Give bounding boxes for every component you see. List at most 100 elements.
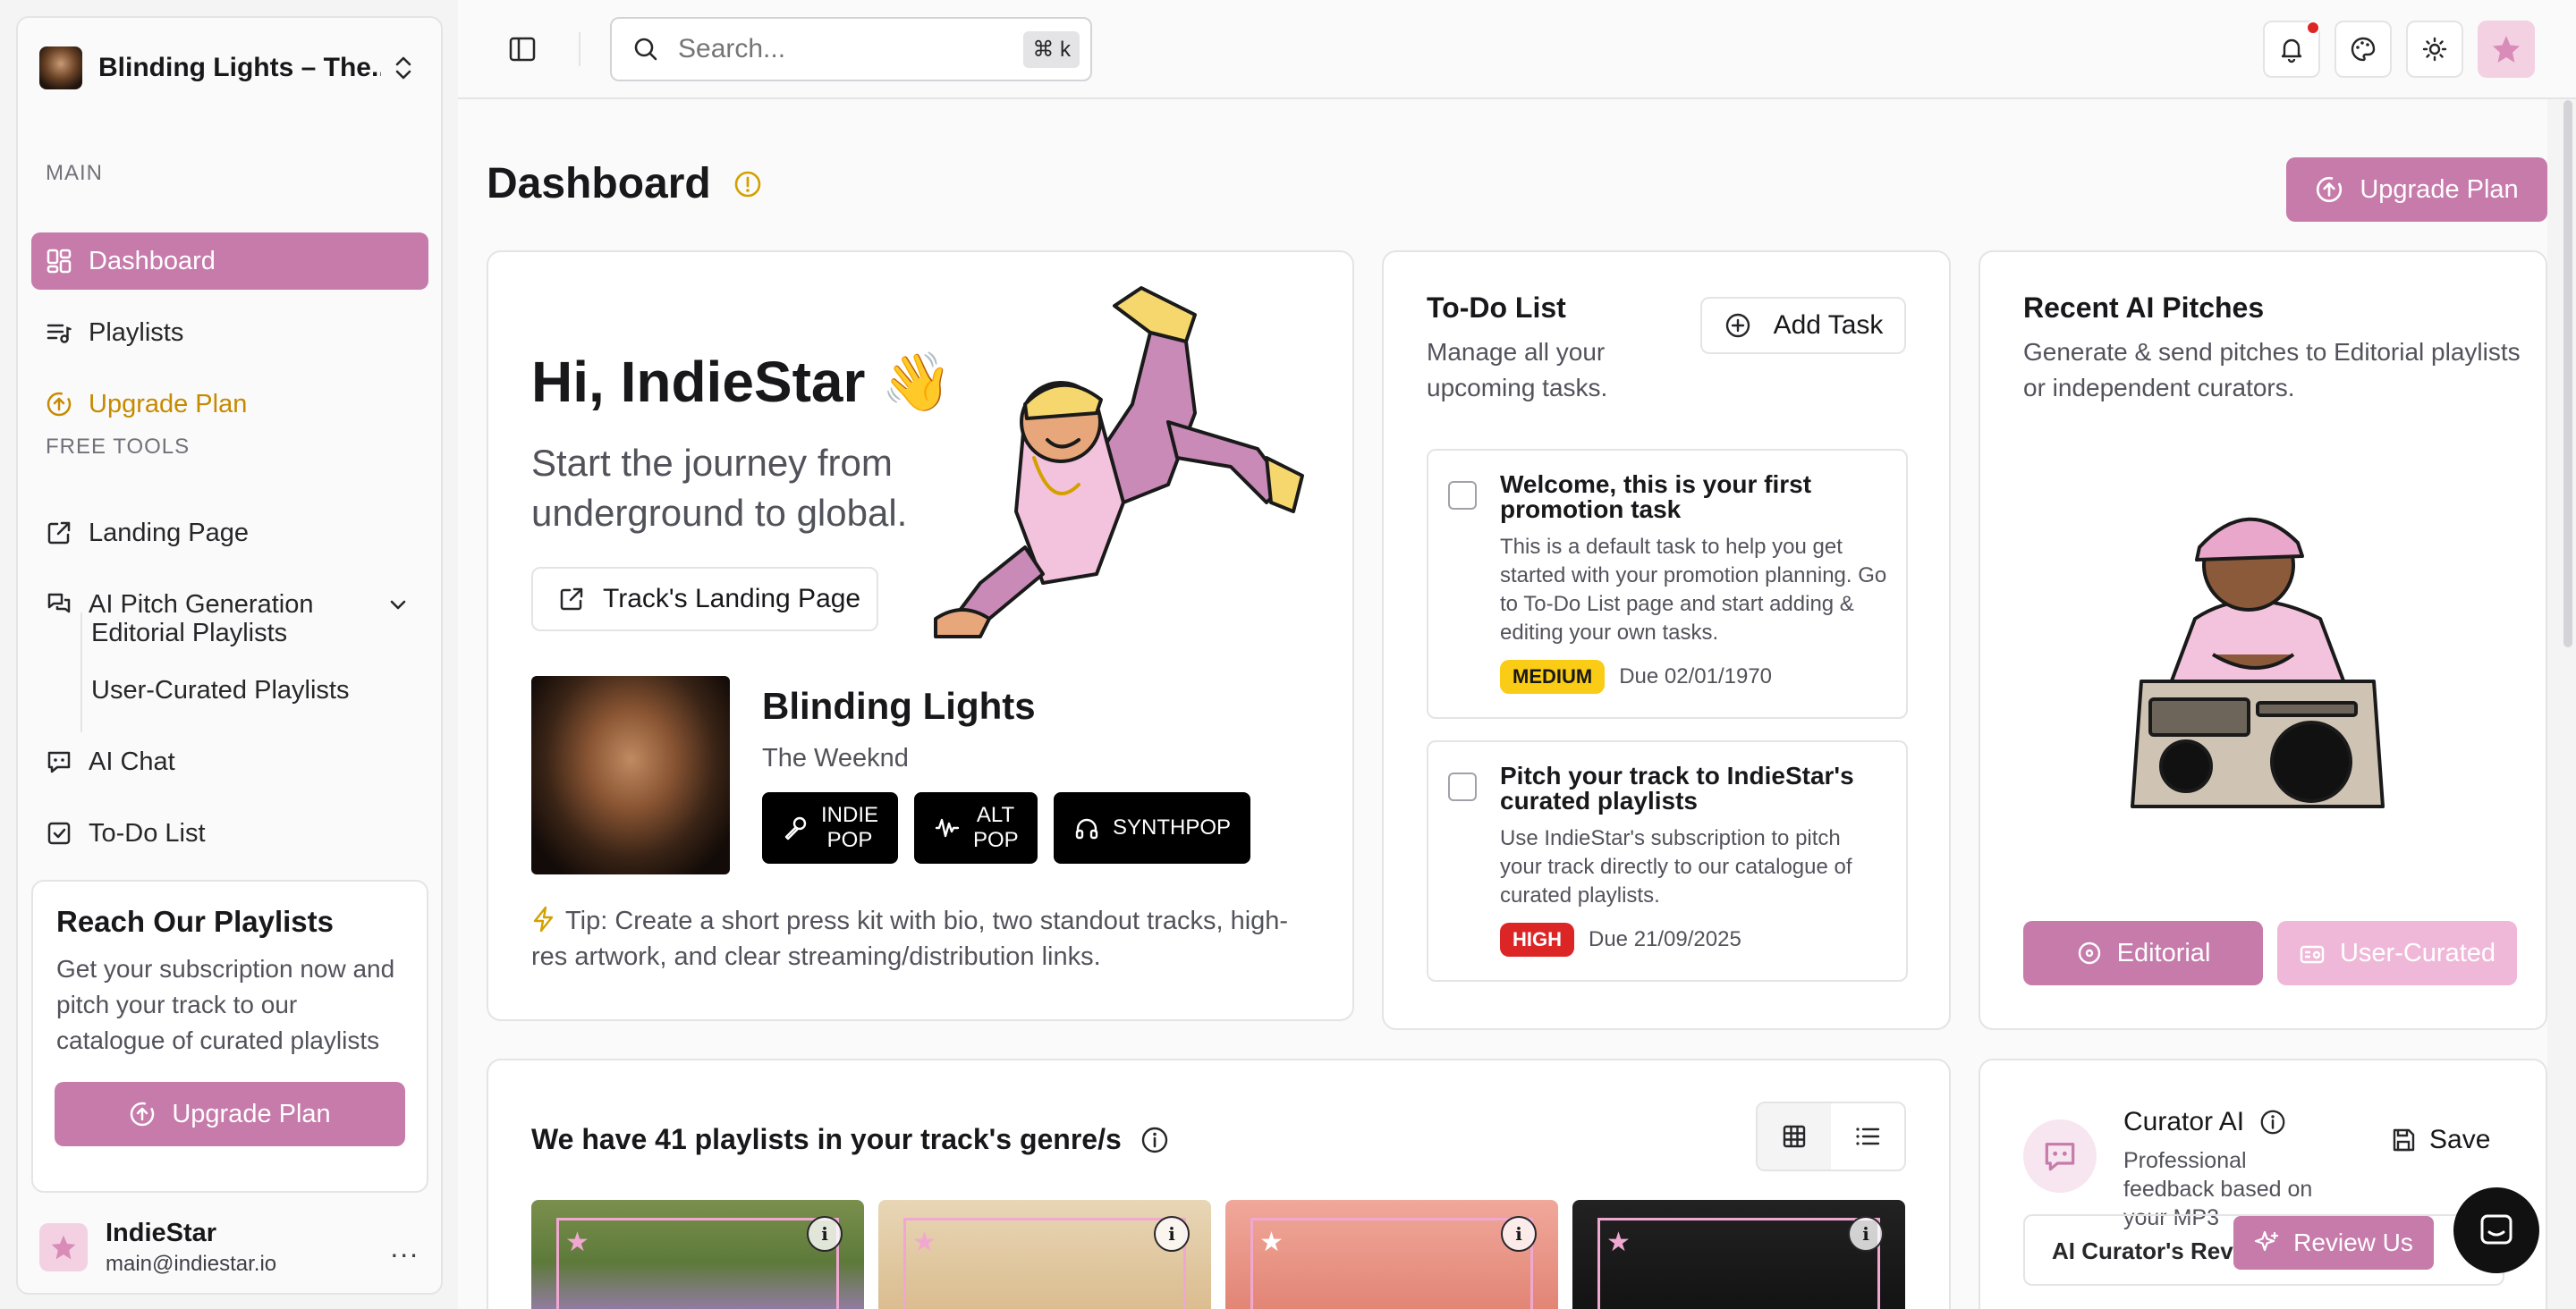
sidebar-subitem-user-curated-playlists[interactable]: User-Curated Playlists xyxy=(91,676,349,705)
info-icon[interactable] xyxy=(2258,1108,2287,1136)
sidebar-item-label: AI Chat xyxy=(89,747,175,776)
sidebar-item-todo-list[interactable]: To-Do List xyxy=(31,805,428,862)
genre-tag: INDIE POP xyxy=(762,792,898,864)
playlist-card[interactable]: ★ i xyxy=(1225,1200,1558,1309)
bell-icon xyxy=(2281,38,2302,63)
review-us-button[interactable]: Review Us xyxy=(2233,1216,2434,1270)
genre-tag-label: SYNTHPOP xyxy=(1113,815,1232,840)
radio-icon xyxy=(2300,945,2325,964)
genre-tag: SYNTHPOP xyxy=(1054,792,1251,864)
upgrade-circle-icon xyxy=(47,392,72,417)
playlist-info-icon[interactable]: i xyxy=(1848,1216,1884,1252)
sparkles-icon xyxy=(2254,1230,2279,1252)
list-view-button[interactable] xyxy=(1831,1103,1904,1170)
genre-playlists-card: We have 41 playlists in your track's gen… xyxy=(487,1059,1951,1309)
sidebar-item-upgrade-plan[interactable]: Upgrade Plan xyxy=(31,376,428,433)
user-curated-pitch-button[interactable]: User-Curated xyxy=(2277,921,2517,985)
task-checkbox[interactable] xyxy=(1448,481,1477,510)
playlist-card-frame xyxy=(556,1218,839,1309)
add-task-button[interactable]: Add Task xyxy=(1700,297,1906,354)
chevron-up-down-icon xyxy=(395,56,411,80)
sidebar-item-ai-chat[interactable]: AI Chat xyxy=(31,733,428,790)
scrollbar-thumb[interactable] xyxy=(2563,100,2572,647)
profile-avatar-button[interactable] xyxy=(2478,21,2535,78)
grid-view-button[interactable] xyxy=(1758,1103,1831,1170)
playlist-card-frame xyxy=(903,1218,1186,1309)
curator-ai-card: Curator AI Professional feedback based o… xyxy=(1979,1059,2547,1309)
save-label: Save xyxy=(2429,1125,2491,1154)
task-item[interactable]: Pitch your track to IndieStar's curated … xyxy=(1427,740,1908,982)
task-due-date: Due 21/09/2025 xyxy=(1589,927,1741,951)
genre-tag-label: INDIE POP xyxy=(821,803,879,852)
upgrade-plan-button[interactable]: Upgrade Plan xyxy=(2286,157,2547,222)
search-input[interactable] xyxy=(678,34,1000,64)
star-icon: ★ xyxy=(912,1228,936,1257)
search-icon xyxy=(634,38,657,61)
more-options-icon[interactable]: ... xyxy=(390,1231,419,1264)
playlist-icon xyxy=(47,324,72,343)
top-bar: ⌘ k xyxy=(458,0,2576,99)
sidebar: Blinding Lights – The... MAIN Dashboard … xyxy=(16,16,443,1295)
submenu-guide-line xyxy=(80,612,82,732)
theme-toggle-button[interactable] xyxy=(2406,21,2463,78)
genre-tags: INDIE POP ALT POP SYNTHPOP xyxy=(762,792,1267,864)
notification-badge xyxy=(2306,21,2320,35)
track-switcher[interactable]: Blinding Lights – The... xyxy=(39,45,419,91)
chat-bubble-icon xyxy=(2480,1214,2512,1245)
star-icon: ★ xyxy=(1259,1228,1284,1257)
sidebar-item-dashboard[interactable]: Dashboard xyxy=(31,232,428,290)
todo-description: Manage all your upcoming tasks. xyxy=(1427,338,1608,401)
playlist-card[interactable]: ★ i xyxy=(1572,1200,1905,1309)
task-title: Welcome, this is your first promotion ta… xyxy=(1500,470,1812,523)
task-checkbox[interactable] xyxy=(1448,773,1477,801)
section-label-main: MAIN xyxy=(46,161,103,185)
task-item[interactable]: Welcome, this is your first promotion ta… xyxy=(1427,449,1908,719)
messages-icon xyxy=(47,593,71,613)
playlist-info-icon[interactable]: i xyxy=(1154,1216,1190,1252)
editorial-pitch-button[interactable]: Editorial xyxy=(2023,921,2263,985)
user-menu[interactable]: IndieStar main@indiestar.io ... xyxy=(39,1207,419,1288)
sidebar-subitem-editorial-playlists[interactable]: Editorial Playlists xyxy=(91,619,287,648)
task-due-date: Due 02/01/1970 xyxy=(1619,664,1773,688)
toolbar-divider xyxy=(579,32,580,66)
plus-circle-icon xyxy=(1725,313,1750,338)
info-warning-icon[interactable] xyxy=(733,169,763,199)
upgrade-circle-icon xyxy=(2317,176,2343,203)
track-name: Blinding Lights xyxy=(762,685,1036,727)
view-toggle xyxy=(1756,1102,1906,1171)
sidebar-toggle-icon[interactable] xyxy=(507,34,538,64)
user-email: main@indiestar.io xyxy=(106,1251,277,1276)
recent-pitches-card: Recent AI Pitches Generate & send pitche… xyxy=(1979,250,2547,1030)
task-description: This is a default task to help you get s… xyxy=(1500,535,1887,645)
promo-card: Reach Our Playlists Get your subscriptio… xyxy=(31,880,428,1193)
pitches-description: Generate & send pitches to Editorial pla… xyxy=(2023,338,2521,401)
landing-page-button[interactable]: Track's Landing Page xyxy=(531,567,878,631)
star-logo-icon xyxy=(51,1235,76,1260)
save-button[interactable]: Save xyxy=(2390,1125,2490,1155)
promo-text: Get your subscription now and pitch your… xyxy=(56,955,395,1054)
playlist-card[interactable]: ★ i xyxy=(531,1200,864,1309)
audio-waveform-icon xyxy=(935,818,960,838)
sidebar-item-label: To-Do List xyxy=(89,818,206,848)
playlist-grid: ★ i ★ i ★ i ★ i xyxy=(531,1200,1919,1309)
sidebar-item-label: Upgrade Plan xyxy=(89,389,248,418)
theme-palette-button[interactable] xyxy=(2334,21,2392,78)
sidebar-item-label: Landing Page xyxy=(89,518,249,547)
sidebar-item-playlists[interactable]: Playlists xyxy=(31,304,428,361)
dj-boombox-illustration xyxy=(2131,517,2385,808)
curator-header: Curator AI xyxy=(2123,1107,2287,1137)
sidebar-item-landing-page[interactable]: Landing Page xyxy=(31,504,428,562)
editorial-pitch-label: Editorial xyxy=(2116,938,2211,967)
promo-title: Reach Our Playlists xyxy=(56,905,334,938)
chat-launcher-button[interactable] xyxy=(2453,1187,2539,1273)
palette-icon xyxy=(2351,37,2376,62)
search-box[interactable]: ⌘ k xyxy=(610,17,1092,81)
playlist-info-icon[interactable]: i xyxy=(807,1216,843,1252)
playlist-card[interactable]: ★ i xyxy=(878,1200,1211,1309)
todo-title: To-Do List xyxy=(1427,291,1566,324)
promo-upgrade-button[interactable]: Upgrade Plan xyxy=(55,1082,405,1146)
playlist-info-icon[interactable]: i xyxy=(1501,1216,1537,1252)
dancer-illustration xyxy=(934,286,1304,638)
notifications-button[interactable] xyxy=(2263,21,2320,78)
info-icon[interactable] xyxy=(1140,1125,1170,1155)
